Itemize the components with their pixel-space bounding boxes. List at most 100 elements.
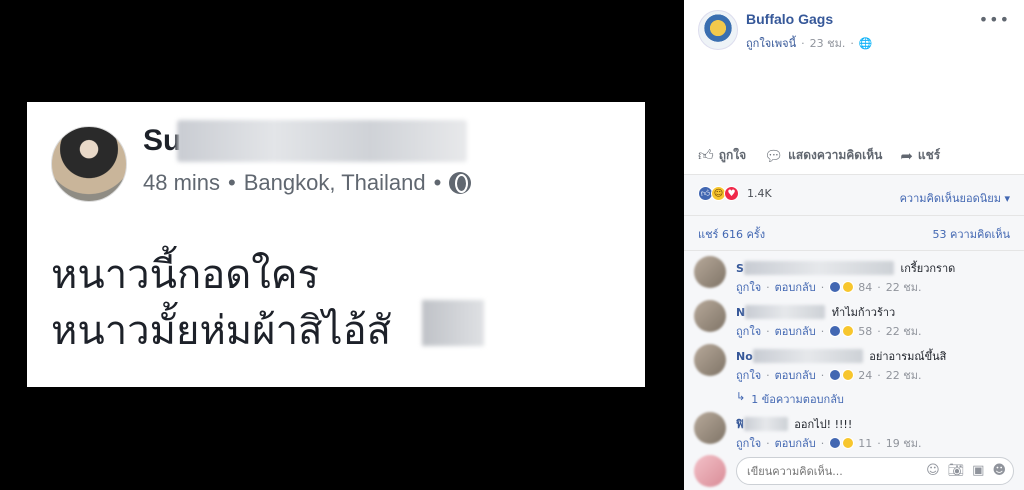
screenshot-card: Su 48 mins • Bangkok, Thailand • หนาวนี้…: [27, 102, 645, 387]
like-reaction-icon: [829, 437, 842, 449]
comment-count-link[interactable]: 53 ความคิดเห็น: [933, 225, 1011, 243]
comment-time[interactable]: 22 ชม.: [886, 278, 922, 296]
dot-separator: ·: [766, 280, 770, 294]
comment-like-link[interactable]: ถูกใจ: [736, 322, 761, 340]
comment-body: ทำไมก้าวร้าว: [831, 306, 896, 319]
commenter-name[interactable]: ฟิ: [736, 418, 744, 431]
card-text-line-1: หนาวนี้กอดใคร: [51, 252, 319, 298]
commenter-avatar[interactable]: [694, 256, 726, 288]
sticker-icon[interactable]: ☻: [992, 463, 1006, 478]
comment-body: เกรี้ยวกราด: [900, 262, 956, 275]
like-reaction-icon: [829, 325, 842, 337]
comment-meta: ถูกใจ · ตอบกลับ · 58 · 22 ชม.: [736, 322, 921, 340]
text-blur-mask: [422, 300, 484, 346]
share-count-link[interactable]: แชร์ 616 ครั้ง: [698, 225, 765, 243]
name-blur-mask: [743, 417, 788, 431]
comment-text: No อย่าอารมณ์ขึ้นสิ: [736, 347, 946, 365]
comment-text: N ทำไมก้าวร้าว: [736, 303, 895, 321]
like-page-link[interactable]: ถูกใจเพจนี้: [746, 34, 796, 52]
dot-separator: ·: [820, 324, 825, 338]
reaction-count: 1.4K: [747, 187, 772, 200]
dot-separator: ·: [766, 368, 770, 382]
like-button[interactable]: 👍︎ ถูกใจ: [698, 146, 746, 165]
comment-reaction-count[interactable]: 84: [858, 281, 872, 294]
page-name-link[interactable]: Buffalo Gags: [746, 11, 833, 27]
reply-arrow-icon: ↳: [736, 390, 746, 403]
comment-item: S เกรี้ยวกราด ถูกใจ · ตอบกลับ · 84 · 22 …: [694, 256, 1014, 300]
commenter-avatar[interactable]: [694, 300, 726, 332]
dot-separator: ·: [766, 436, 770, 450]
globe-icon: 🌐: [858, 36, 873, 50]
card-text-line-2: หนาวมั้ยห่มผ้าสิไอ้สั: [51, 308, 392, 354]
commenter-avatar[interactable]: [694, 344, 726, 376]
comment-bubble-icon: 💬︎: [764, 146, 784, 165]
commenter-avatar[interactable]: [694, 412, 726, 444]
comment-reply-link[interactable]: ตอบกลับ: [775, 366, 816, 384]
dot-separator: ·: [820, 436, 825, 450]
gif-icon[interactable]: ▣: [972, 463, 984, 478]
comment-reaction-count[interactable]: 58: [858, 325, 872, 338]
comment-meta: ถูกใจ · ตอบกลับ · 84 · 22 ชม.: [736, 278, 921, 296]
comment-composer: ☺ 📷︎ ▣ ☻: [694, 455, 1014, 487]
globe-icon: [449, 172, 472, 194]
comment-button[interactable]: 💬︎ แสดงความคิดเห็น: [764, 146, 882, 165]
post-subtitle: ถูกใจเพจนี้ · 23 ชม. · 🌐: [746, 34, 873, 52]
comment-meta: ถูกใจ · ตอบกลับ · 11 · 19 ชม.: [736, 434, 921, 452]
camera-icon[interactable]: 📷︎: [948, 463, 965, 478]
composer-tools: ☺ 📷︎ ▣ ☻: [926, 463, 1006, 478]
post-photo[interactable]: Su 48 mins • Bangkok, Thailand • หนาวนี้…: [0, 0, 684, 490]
dot-separator: ·: [820, 368, 825, 382]
like-reaction-icon: [829, 369, 842, 381]
name-blur-mask: [745, 305, 826, 319]
like-button-label: ถูกใจ: [718, 148, 747, 162]
share-button-label: แชร์: [917, 148, 941, 162]
card-location: Bangkok, Thailand: [243, 170, 426, 195]
comment-item: No อย่าอารมณ์ขึ้นสิ ถูกใจ · ตอบกลับ · 24…: [694, 344, 1014, 388]
card-time: 48 mins: [143, 170, 221, 195]
comment-item: ฟิ ออกไป! !!!! ถูกใจ · ตอบกลับ · 11 · 19…: [694, 412, 1014, 456]
comment-like-link[interactable]: ถูกใจ: [736, 278, 761, 296]
comment-time[interactable]: 19 ชม.: [886, 434, 922, 452]
haha-reaction-icon: [842, 437, 855, 449]
page-avatar[interactable]: [698, 10, 738, 50]
comment-like-link[interactable]: ถูกใจ: [736, 366, 761, 384]
share-arrow-icon: ➦: [900, 146, 913, 165]
love-reaction-icon: ♥: [724, 186, 739, 201]
comment-reaction-count[interactable]: 24: [858, 369, 872, 382]
name-blur-mask: [177, 120, 467, 162]
post-time[interactable]: 23 ชม.: [810, 34, 846, 52]
more-options-icon[interactable]: •••: [979, 10, 1010, 29]
emoji-icon[interactable]: ☺: [926, 463, 940, 478]
dot-separator: •: [433, 170, 442, 195]
commenter-name[interactable]: No: [736, 350, 753, 363]
dot-separator: ·: [877, 324, 881, 338]
comment-body: ออกไป! !!!!: [794, 418, 853, 431]
comment-reply-link[interactable]: ตอบกลับ: [775, 322, 816, 340]
name-blur-mask: [743, 261, 894, 275]
comment-reaction-count[interactable]: 11: [858, 437, 872, 450]
commenter-name[interactable]: N: [736, 306, 745, 319]
replies-label: 1 ข้อความตอบกลับ: [751, 393, 844, 406]
card-avatar: [51, 126, 127, 202]
haha-reaction-icon: [842, 369, 855, 381]
comment-button-label: แสดงความคิดเห็น: [788, 148, 883, 162]
post-panel: Buffalo Gags ถูกใจเพจนี้ · 23 ชม. · 🌐 ••…: [684, 0, 1024, 490]
commenter-name[interactable]: S: [736, 262, 744, 275]
share-button[interactable]: ➦ แชร์: [900, 146, 940, 165]
comment-like-link[interactable]: ถูกใจ: [736, 434, 761, 452]
dot-separator: •: [228, 170, 236, 195]
comment-meta: ถูกใจ · ตอบกลับ · 24 · 22 ชม.: [736, 366, 921, 384]
reactions-summary[interactable]: 👍︎ ☺ ♥ 1.4K: [698, 186, 772, 201]
view-replies-link[interactable]: ↳ 1 ข้อความตอบกลับ: [736, 390, 844, 408]
comment-time[interactable]: 22 ชม.: [886, 322, 922, 340]
comment-sort-dropdown[interactable]: ความคิดเห็นยอดนิยม ▾: [900, 189, 1010, 207]
dot-separator: ·: [850, 36, 854, 50]
comment-reply-link[interactable]: ตอบกลับ: [775, 278, 816, 296]
haha-reaction-icon: [842, 281, 855, 293]
name-blur-mask: [752, 349, 863, 363]
divider: [684, 250, 1024, 251]
dot-separator: ·: [877, 436, 881, 450]
comment-time[interactable]: 22 ชม.: [886, 366, 922, 384]
comment-reply-link[interactable]: ตอบกลับ: [775, 434, 816, 452]
dot-separator: ·: [877, 280, 881, 294]
